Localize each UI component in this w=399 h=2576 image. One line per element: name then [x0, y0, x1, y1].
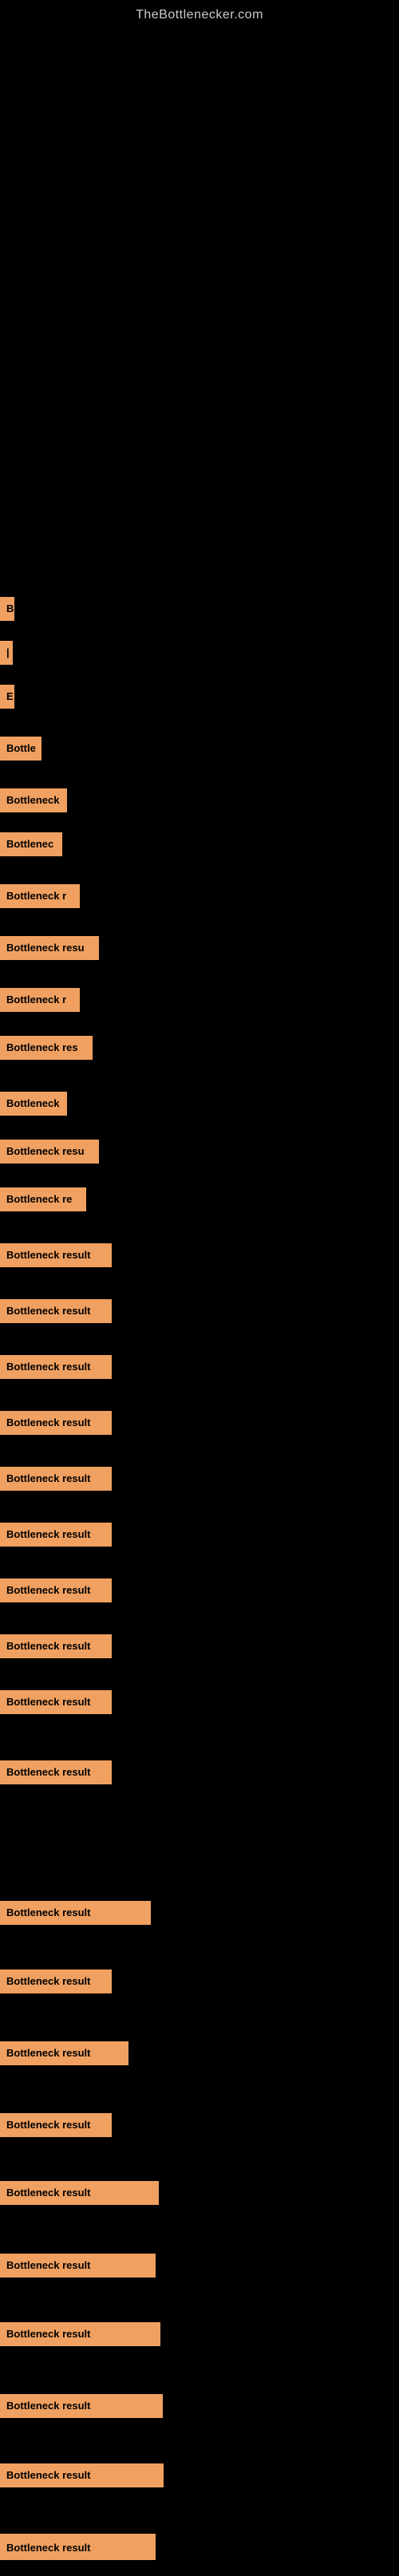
bottleneck-bar-19: Bottleneck result — [0, 1523, 112, 1547]
bottleneck-bar-30: Bottleneck result — [0, 2322, 160, 2346]
bottleneck-bar-13: Bottleneck re — [0, 1187, 86, 1211]
bottleneck-bar-15: Bottleneck result — [0, 1299, 112, 1323]
bottleneck-bar-11: Bottleneck — [0, 1092, 67, 1116]
bottleneck-bar-10: Bottleneck res — [0, 1036, 93, 1060]
bottleneck-bar-28: Bottleneck result — [0, 2181, 159, 2205]
bottleneck-bar-26: Bottleneck result — [0, 2041, 128, 2065]
bottleneck-bar-25: Bottleneck result — [0, 1970, 112, 1993]
bottleneck-bar-21: Bottleneck result — [0, 1634, 112, 1658]
bottleneck-bar-2: | — [0, 641, 13, 665]
bottleneck-bar-4: Bottle — [0, 737, 41, 761]
bottleneck-bar-29: Bottleneck result — [0, 2254, 156, 2278]
bottleneck-bar-27: Bottleneck result — [0, 2113, 112, 2137]
bottleneck-bar-6: Bottlenec — [0, 832, 62, 856]
bottleneck-bar-18: Bottleneck result — [0, 1467, 112, 1491]
bottleneck-bar-23: Bottleneck result — [0, 1760, 112, 1784]
bottleneck-bar-7: Bottleneck r — [0, 884, 80, 908]
bottleneck-bar-16: Bottleneck result — [0, 1355, 112, 1379]
bottleneck-bar-17: Bottleneck result — [0, 1411, 112, 1435]
bottleneck-bar-1: B — [0, 597, 14, 621]
bottleneck-bar-32: Bottleneck result — [0, 2463, 164, 2487]
bottleneck-bar-24: Bottleneck result — [0, 1901, 151, 1925]
bottleneck-bar-22: Bottleneck result — [0, 1690, 112, 1714]
bottleneck-bar-3: E — [0, 685, 14, 709]
site-title: TheBottlenecker.com — [0, 0, 399, 22]
bottleneck-bar-14: Bottleneck result — [0, 1243, 112, 1267]
bottleneck-bar-31: Bottleneck result — [0, 2394, 163, 2418]
bottleneck-bar-8: Bottleneck resu — [0, 936, 99, 960]
bottleneck-bar-12: Bottleneck resu — [0, 1140, 99, 1164]
bottleneck-bar-9: Bottleneck r — [0, 988, 80, 1012]
bottleneck-bar-5: Bottleneck — [0, 788, 67, 812]
bottleneck-bar-20: Bottleneck result — [0, 1578, 112, 1602]
bottleneck-bar-34: Bottleneck result — [0, 2536, 156, 2560]
